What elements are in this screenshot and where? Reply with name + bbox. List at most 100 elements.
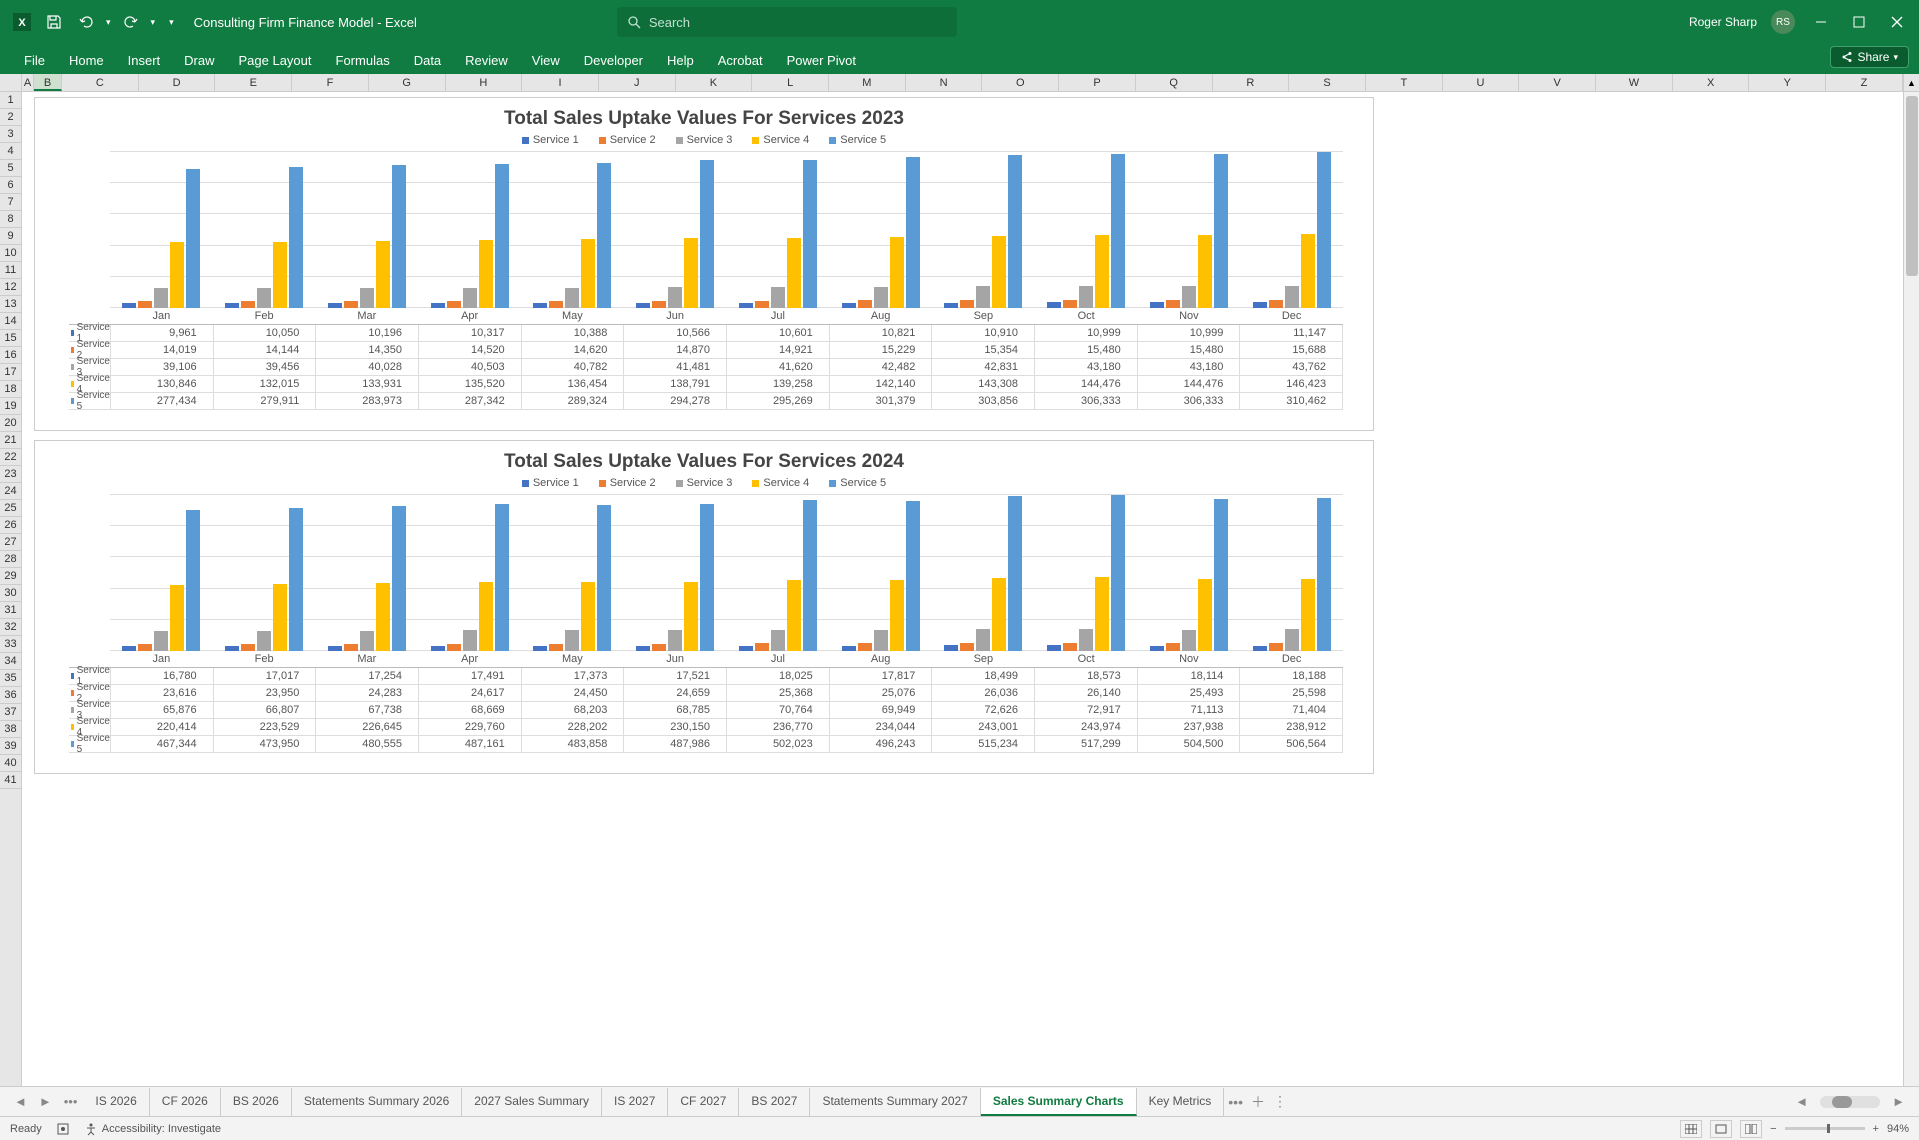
minimize-icon[interactable] [1809, 10, 1833, 34]
chart-2023[interactable]: Total Sales Uptake Values For Services 2… [34, 97, 1374, 431]
ribbon-tab-page-layout[interactable]: Page Layout [227, 47, 324, 74]
sheet-tab-cf-2027[interactable]: CF 2027 [668, 1088, 739, 1116]
zoom-level[interactable]: 94% [1887, 1123, 1909, 1135]
row-header-11[interactable]: 11 [0, 262, 21, 279]
column-header-C[interactable]: C [62, 74, 139, 91]
column-header-N[interactable]: N [906, 74, 983, 91]
avatar[interactable]: RS [1771, 10, 1795, 34]
zoom-slider[interactable] [1785, 1127, 1865, 1130]
tab-scroll-left-icon[interactable]: ◄ [8, 1094, 33, 1109]
ribbon-tab-developer[interactable]: Developer [572, 47, 655, 74]
hscroll-right-icon[interactable]: ► [1886, 1094, 1911, 1109]
sheet-tab-is-2027[interactable]: IS 2027 [602, 1088, 668, 1116]
column-header-D[interactable]: D [139, 74, 216, 91]
tab-options-icon[interactable]: ⋮ [1269, 1093, 1291, 1110]
view-page-break-icon[interactable] [1740, 1120, 1762, 1138]
select-all-corner[interactable] [0, 74, 22, 91]
row-header-29[interactable]: 29 [0, 568, 21, 585]
ribbon-tab-home[interactable]: Home [57, 47, 116, 74]
column-header-U[interactable]: U [1443, 74, 1520, 91]
column-header-V[interactable]: V [1519, 74, 1596, 91]
row-header-15[interactable]: 15 [0, 330, 21, 347]
ribbon-tab-help[interactable]: Help [655, 47, 706, 74]
accessibility-status[interactable]: Accessibility: Investigate [84, 1122, 221, 1136]
sheet-tab-sales-summary-charts[interactable]: Sales Summary Charts [981, 1088, 1137, 1116]
qat-customize-icon[interactable]: ▾ [169, 17, 174, 28]
ribbon-tab-review[interactable]: Review [453, 47, 520, 74]
column-header-M[interactable]: M [829, 74, 906, 91]
ribbon-tab-view[interactable]: View [520, 47, 572, 74]
tab-menu-icon[interactable]: ••• [58, 1094, 84, 1109]
row-header-12[interactable]: 12 [0, 279, 21, 296]
row-header-26[interactable]: 26 [0, 517, 21, 534]
search-input[interactable] [649, 15, 947, 30]
share-button[interactable]: Share ▾ [1830, 46, 1909, 68]
column-header-R[interactable]: R [1213, 74, 1290, 91]
sheet-tab-2027-sales-summary[interactable]: 2027 Sales Summary [462, 1088, 602, 1116]
row-header-40[interactable]: 40 [0, 755, 21, 772]
row-header-10[interactable]: 10 [0, 245, 21, 262]
column-header-X[interactable]: X [1673, 74, 1750, 91]
column-header-Y[interactable]: Y [1749, 74, 1826, 91]
sheet-tab-is-2026[interactable]: IS 2026 [83, 1088, 149, 1116]
ribbon-tab-power-pivot[interactable]: Power Pivot [775, 47, 868, 74]
column-header-H[interactable]: H [446, 74, 523, 91]
save-icon[interactable] [42, 10, 66, 34]
user-name[interactable]: Roger Sharp [1689, 15, 1757, 29]
chart-2024[interactable]: Total Sales Uptake Values For Services 2… [34, 440, 1374, 774]
undo-dropdown-icon[interactable]: ▾ [106, 17, 111, 28]
ribbon-tab-draw[interactable]: Draw [172, 47, 226, 74]
row-header-20[interactable]: 20 [0, 415, 21, 432]
column-header-J[interactable]: J [599, 74, 676, 91]
scroll-up-icon[interactable]: ▲ [1903, 74, 1919, 91]
row-header-9[interactable]: 9 [0, 228, 21, 245]
row-header-21[interactable]: 21 [0, 432, 21, 449]
column-header-E[interactable]: E [215, 74, 292, 91]
ribbon-tab-data[interactable]: Data [402, 47, 453, 74]
horizontal-scrollbar[interactable] [1820, 1096, 1880, 1108]
row-header-23[interactable]: 23 [0, 466, 21, 483]
row-header-31[interactable]: 31 [0, 602, 21, 619]
row-header-33[interactable]: 33 [0, 636, 21, 653]
row-header-35[interactable]: 35 [0, 670, 21, 687]
undo-icon[interactable] [74, 10, 98, 34]
row-header-22[interactable]: 22 [0, 449, 21, 466]
row-header-6[interactable]: 6 [0, 177, 21, 194]
column-header-A[interactable]: A [22, 74, 34, 91]
hscroll-left-icon[interactable]: ◄ [1789, 1094, 1814, 1109]
row-header-24[interactable]: 24 [0, 483, 21, 500]
column-header-F[interactable]: F [292, 74, 369, 91]
ribbon-tab-insert[interactable]: Insert [116, 47, 173, 74]
row-header-39[interactable]: 39 [0, 738, 21, 755]
sheet-tab-statements-summary-2027[interactable]: Statements Summary 2027 [810, 1088, 980, 1116]
row-header-1[interactable]: 1 [0, 92, 21, 109]
row-header-37[interactable]: 37 [0, 704, 21, 721]
ribbon-tab-file[interactable]: File [12, 47, 57, 74]
column-header-S[interactable]: S [1289, 74, 1366, 91]
column-header-I[interactable]: I [522, 74, 599, 91]
row-header-7[interactable]: 7 [0, 194, 21, 211]
column-header-K[interactable]: K [676, 74, 753, 91]
row-header-4[interactable]: 4 [0, 143, 21, 160]
zoom-out-icon[interactable]: − [1770, 1123, 1776, 1135]
column-header-P[interactable]: P [1059, 74, 1136, 91]
row-header-25[interactable]: 25 [0, 500, 21, 517]
column-header-W[interactable]: W [1596, 74, 1673, 91]
row-header-14[interactable]: 14 [0, 313, 21, 330]
tabs-overflow-icon[interactable]: ••• [1224, 1094, 1247, 1110]
row-header-19[interactable]: 19 [0, 398, 21, 415]
macro-record-icon[interactable] [56, 1122, 70, 1136]
redo-dropdown-icon[interactable]: ▾ [151, 17, 156, 28]
column-header-T[interactable]: T [1366, 74, 1443, 91]
view-normal-icon[interactable] [1680, 1120, 1702, 1138]
column-header-Z[interactable]: Z [1826, 74, 1903, 91]
sheet-tab-cf-2026[interactable]: CF 2026 [150, 1088, 221, 1116]
vertical-scrollbar[interactable] [1903, 92, 1919, 1086]
sheet-area[interactable]: Total Sales Uptake Values For Services 2… [22, 92, 1903, 1086]
row-header-32[interactable]: 32 [0, 619, 21, 636]
row-header-36[interactable]: 36 [0, 687, 21, 704]
column-header-O[interactable]: O [982, 74, 1059, 91]
row-header-3[interactable]: 3 [0, 126, 21, 143]
close-icon[interactable] [1885, 10, 1909, 34]
column-header-Q[interactable]: Q [1136, 74, 1213, 91]
